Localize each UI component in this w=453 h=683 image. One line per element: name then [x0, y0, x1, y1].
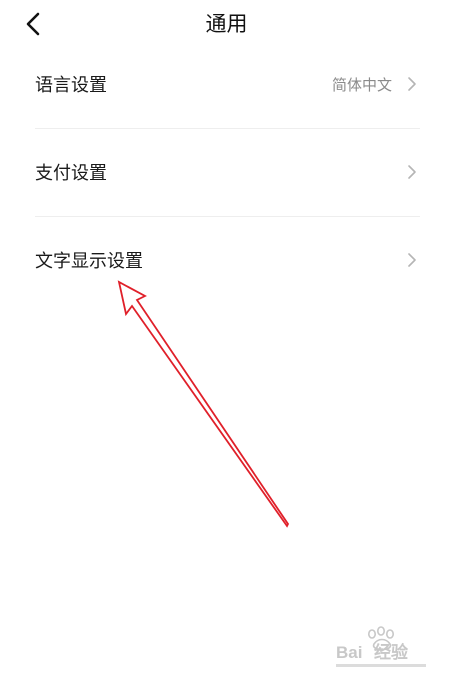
- svg-text:经验: 经验: [374, 642, 409, 662]
- chevron-right-icon: [404, 251, 420, 269]
- chevron-right-icon: [404, 75, 420, 93]
- settings-list: 语言设置 简体中文 支付设置 文字显示设置: [35, 40, 420, 304]
- settings-item-language[interactable]: 语言设置 简体中文: [35, 40, 420, 128]
- settings-item-label: 文字显示设置: [35, 251, 143, 272]
- settings-item-value: 简体中文: [331, 75, 392, 94]
- settings-item-payment[interactable]: 支付设置: [35, 128, 420, 216]
- settings-item-text-display[interactable]: 文字显示设置: [35, 216, 420, 304]
- baidu-jingyan-watermark: Bai 经验: [336, 626, 426, 667]
- settings-item-label: 支付设置: [35, 163, 107, 184]
- chevron-right-icon: [404, 163, 420, 181]
- page-title: 通用: [205, 12, 248, 36]
- svg-text:Bai: Bai: [336, 643, 362, 662]
- settings-item-label: 语言设置: [35, 75, 107, 96]
